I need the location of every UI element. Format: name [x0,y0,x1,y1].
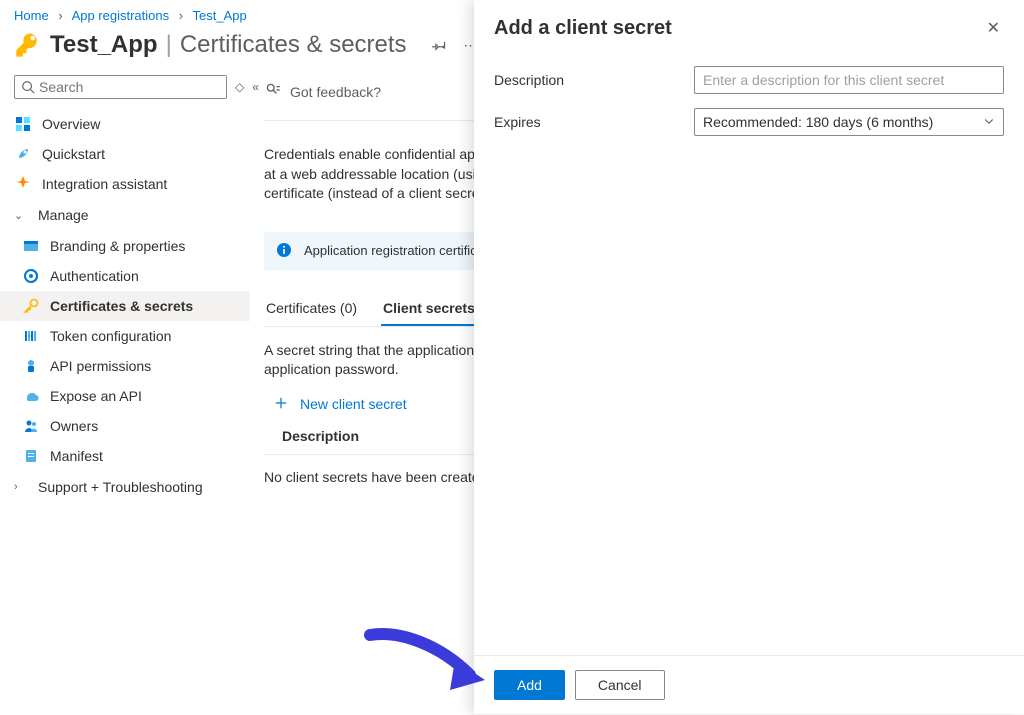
sidebar-item-expose-api[interactable]: Expose an API [0,381,250,411]
key-icon [14,31,42,59]
sidebar-item-label: Manifest [50,448,103,464]
sidebar-item-label: Certificates & secrets [50,298,193,314]
sidebar-group-label: Support + Troubleshooting [38,479,203,495]
feedback-label: Got feedback? [290,84,381,100]
tab-certificates[interactable]: Certificates (0) [264,292,359,326]
sort-icon[interactable]: ◇ [235,80,244,94]
form-label-expires: Expires [494,114,694,130]
description-input[interactable] [694,66,1004,94]
branding-icon [22,237,40,255]
search-input-wrap[interactable] [14,75,227,99]
breadcrumb-home[interactable]: Home [14,8,49,23]
page-title: Test_App | Certificates & secrets [50,31,407,59]
add-client-secret-panel: Add a client secret ✕ Description Expire… [474,0,1024,714]
expose-api-icon [22,387,40,405]
sidebar-item-certificates[interactable]: Certificates & secrets [0,291,250,321]
sidebar-group-manage[interactable]: ⌄ Manage [0,199,250,231]
sidebar-item-token[interactable]: Token configuration [0,321,250,351]
cancel-button[interactable]: Cancel [575,670,665,700]
chevron-right-icon: › [58,8,62,23]
add-button[interactable]: Add [494,670,565,700]
owners-icon [22,417,40,435]
sidebar-item-label: Owners [50,418,98,434]
token-icon [22,327,40,345]
sidebar-item-label: Expose an API [50,388,142,404]
api-permissions-icon [22,357,40,375]
sidebar-item-label: Overview [42,116,100,132]
sidebar-item-branding[interactable]: Branding & properties [0,231,250,261]
page-title-separator: | [166,31,172,59]
search-input[interactable] [35,79,220,95]
pin-icon[interactable] [425,31,453,59]
info-icon [276,242,294,260]
sidebar-group-support[interactable]: › Support + Troubleshooting [0,471,250,503]
sidebar-item-overview[interactable]: Overview [0,109,250,139]
sidebar-item-api-permissions[interactable]: API permissions [0,351,250,381]
breadcrumb-current[interactable]: Test_App [192,8,246,23]
chevron-right-icon: › [14,481,28,493]
search-icon [21,80,35,94]
new-client-secret-label: New client secret [300,396,407,412]
sidebar-item-manifest[interactable]: Manifest [0,441,250,471]
feedback-icon [264,81,282,102]
sidebar-item-label: Token configuration [50,328,171,344]
sidebar-item-label: Quickstart [42,146,105,162]
quickstart-icon [14,145,32,163]
authentication-icon [22,267,40,285]
chevron-down-icon: ⌄ [14,209,28,222]
sidebar-item-label: Integration assistant [42,176,167,192]
sidebar-item-authentication[interactable]: Authentication [0,261,250,291]
key-icon [22,297,40,315]
sidebar-item-label: API permissions [50,358,151,374]
manifest-icon [22,447,40,465]
sidebar-item-label: Branding & properties [50,238,185,254]
overview-icon [14,115,32,133]
sidebar-item-integration[interactable]: Integration assistant [0,169,250,199]
sidebar-item-quickstart[interactable]: Quickstart [0,139,250,169]
integration-icon [14,175,32,193]
sidebar: ◇ « Overview Quickstart Integration assi… [0,71,250,715]
expires-value: Recommended: 180 days (6 months) [703,114,933,130]
plus-icon [274,396,290,412]
chevron-down-icon [983,114,995,130]
page-title-main: Test_App [50,31,158,59]
panel-title: Add a client secret [494,17,672,40]
form-label-description: Description [494,72,694,88]
sidebar-group-label: Manage [38,207,89,223]
sidebar-item-owners[interactable]: Owners [0,411,250,441]
expires-select[interactable]: Recommended: 180 days (6 months) [694,108,1004,136]
sidebar-item-label: Authentication [50,268,139,284]
chevron-right-icon: › [179,8,183,23]
close-icon[interactable]: ✕ [983,14,1004,42]
page-title-sub: Certificates & secrets [180,31,407,59]
breadcrumb-appreg[interactable]: App registrations [72,8,170,23]
